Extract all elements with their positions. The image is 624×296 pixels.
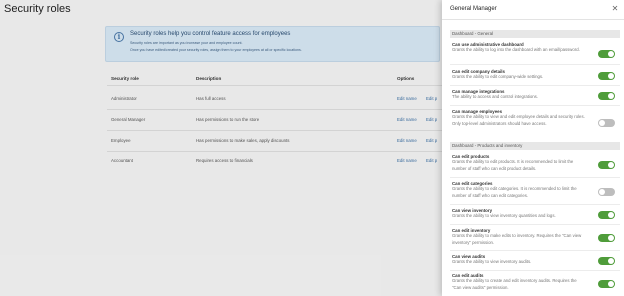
permission-description: Grants the ability to edit products. It … <box>452 159 574 171</box>
toggle-knob <box>608 281 614 287</box>
toggle-knob <box>608 212 614 218</box>
permission-title: Can edit audits <box>452 273 484 278</box>
divider <box>450 204 620 205</box>
permission-toggle[interactable] <box>598 257 615 265</box>
permission-description: Grants the ability to edit categories. I… <box>452 186 577 198</box>
permission-toggle[interactable] <box>598 234 615 242</box>
permission-description: Grants the ability to create and edit in… <box>452 278 577 290</box>
permission-title: Can edit categories <box>452 181 493 186</box>
toggle-knob <box>608 235 614 241</box>
divider <box>450 105 620 106</box>
permission-toggle[interactable] <box>598 72 615 80</box>
permission-toggle[interactable] <box>598 161 615 169</box>
divider <box>450 85 620 86</box>
permission-description: Grants the ability to view inventory aud… <box>452 259 532 265</box>
permission-title: Can view audits <box>452 254 486 259</box>
toggle-knob <box>608 51 614 57</box>
permission-description: Grants the ability to log into the dashb… <box>452 47 580 53</box>
permission-toggle[interactable] <box>598 92 615 100</box>
permission-title: Can edit company details <box>452 69 505 74</box>
panel-title: General Manager <box>450 6 497 12</box>
divider <box>450 250 620 251</box>
toggle-knob <box>608 93 614 99</box>
section-header-products-inventory: Dashboard - Products and inventory <box>450 142 620 150</box>
divider <box>450 270 620 271</box>
toggle-knob <box>599 120 605 126</box>
permission-title: Can view inventory <box>452 208 493 213</box>
permission-description: Grants the ability to edit company-wide … <box>452 74 544 80</box>
permission-toggle[interactable] <box>598 188 615 196</box>
toggle-knob <box>608 162 614 168</box>
divider <box>450 177 620 178</box>
divider <box>450 64 620 65</box>
permission-toggle[interactable] <box>598 50 615 58</box>
section-header-dashboard-general: Dashboard - General <box>450 30 620 38</box>
permission-title: Can use administrative dashboard <box>452 42 524 47</box>
toggle-knob <box>608 258 614 264</box>
permission-toggle[interactable] <box>598 280 615 288</box>
toggle-knob <box>599 189 605 195</box>
permission-description: Grants the ability to make edits to inve… <box>452 233 582 245</box>
permission-title: Can edit inventory <box>452 228 491 233</box>
permission-description: Grants the ability to view and edit empl… <box>452 114 585 126</box>
permission-toggle[interactable] <box>598 211 615 219</box>
divider <box>442 19 624 20</box>
permission-description: The ability to access and control integr… <box>452 94 538 100</box>
permission-title: Can edit products <box>452 154 490 159</box>
permission-title: Can manage integrations <box>452 89 505 94</box>
permissions-panel: General Manager ✕ Dashboard - General Ca… <box>442 0 624 296</box>
divider <box>450 224 620 225</box>
close-icon[interactable]: ✕ <box>610 4 620 14</box>
toggle-knob <box>608 73 614 79</box>
modal-backdrop[interactable] <box>0 0 442 296</box>
permission-description: Grants the ability to view inventory qua… <box>452 213 556 219</box>
permission-toggle[interactable] <box>598 119 615 127</box>
permission-title: Can manage employees <box>452 109 503 114</box>
